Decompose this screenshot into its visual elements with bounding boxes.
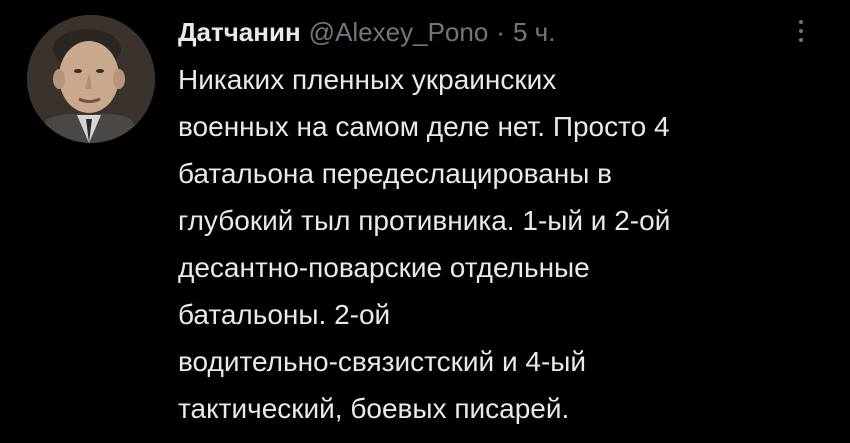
tweet-text-line: батальона передеслацированы в <box>178 158 613 189</box>
more-dot <box>799 29 803 33</box>
more-dot <box>799 38 803 42</box>
tweet-text-line: Никаких пленных украинских <box>178 64 557 95</box>
more-options-icon[interactable] <box>792 20 810 50</box>
header-separator: · <box>496 17 505 47</box>
avatar[interactable] <box>27 15 155 143</box>
tweet-text: Никаких пленных украинских военных на са… <box>178 56 828 432</box>
tweet-text-line: десантно-поварские отдельные <box>178 252 590 283</box>
tweet-header: Датчанин @Alexey_Pono · 5 ч. <box>178 14 555 50</box>
tweet: Датчанин @Alexey_Pono · 5 ч. Никаких пле… <box>0 0 850 443</box>
avatar-photo <box>27 15 155 143</box>
author-name[interactable]: Датчанин <box>178 14 301 50</box>
tweet-text-line: тактический, боевых писарей. <box>178 393 570 424</box>
tweet-text-line: глубокий тыл противника. 1-ый и 2-ой <box>178 205 671 236</box>
tweet-text-line: батальоны. 2-ой <box>178 299 391 330</box>
tweet-text-line: военных на самом деле нет. Просто 4 <box>178 111 670 142</box>
author-handle[interactable]: @Alexey_Pono <box>309 14 489 50</box>
tweet-text-line: водительно-связистский и 4-ый <box>178 346 587 377</box>
more-dot <box>799 20 803 24</box>
timestamp[interactable]: 5 ч. <box>513 14 555 50</box>
